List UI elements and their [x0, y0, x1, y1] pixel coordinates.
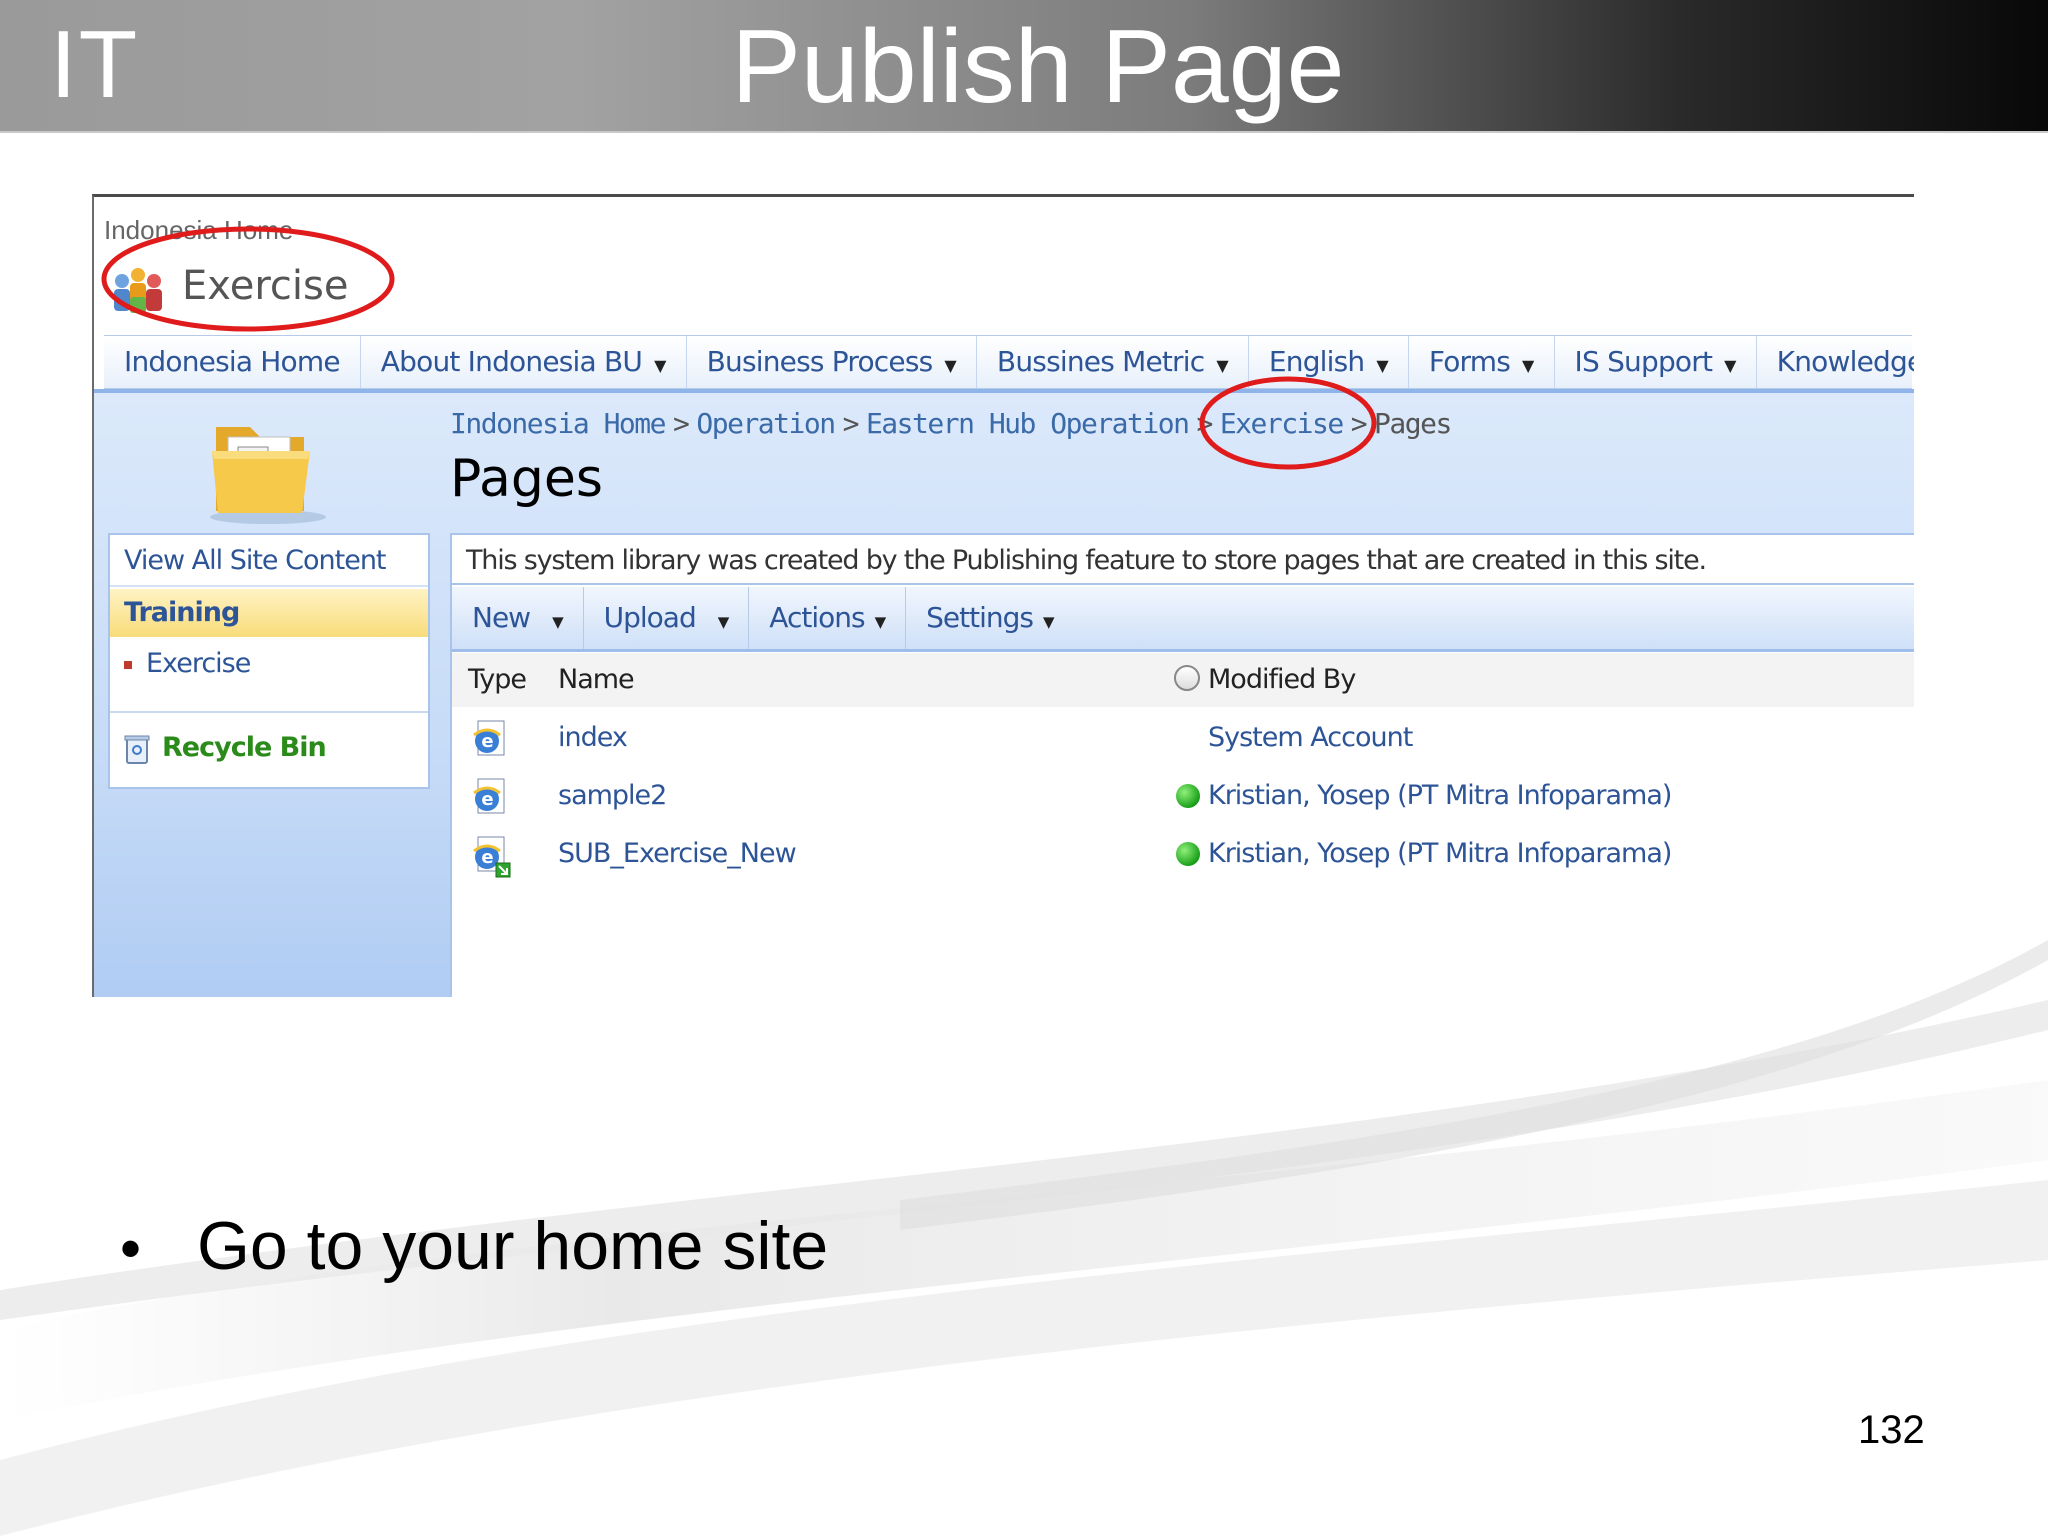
recycle-bin-icon [124, 735, 150, 764]
caret-down-icon: ▼ [1042, 613, 1055, 631]
radio-icon [1174, 665, 1200, 691]
column-header-modified-by[interactable]: Modified By [1208, 653, 1356, 707]
divider [110, 711, 428, 713]
people-group-icon [114, 268, 162, 313]
caret-down-icon: ▼ [944, 356, 956, 375]
nav-tab-is-support[interactable]: IS Support ▼ [1555, 336, 1757, 388]
nav-tab-knowledge-sharing[interactable]: Knowledge Sharing▼ [1757, 336, 1914, 388]
modified-by-link[interactable]: Kristian, Yosep (PT Mitra Infoparama) [1208, 767, 1672, 825]
site-title-row: Exercise [94, 253, 1914, 331]
slide-page-number: 132 [1858, 1408, 1925, 1452]
page-title: Pages [450, 449, 603, 509]
site-top-breadcrumb[interactable]: Indonesia Home [104, 215, 293, 246]
view-all-site-content-link[interactable]: View All Site Content [110, 535, 428, 587]
page-body: Indonesia Home > Operation > Eastern Hub Ope… [94, 389, 1914, 997]
ie-page-icon: e [473, 720, 505, 756]
folder-icon [210, 427, 326, 524]
nav-tab-indonesia-home[interactable]: Indonesia Home [104, 336, 361, 388]
site-title[interactable]: Exercise [182, 263, 348, 309]
breadcrumb: Indonesia Home > Operation > Eastern Hub Ope… [450, 407, 1452, 440]
slide-header: IT Publish Page [0, 0, 2048, 133]
caret-down-icon: ▼ [1724, 356, 1736, 375]
ie-page-icon: e [473, 778, 505, 814]
caret-down-icon: ▼ [717, 613, 730, 631]
recycle-bin-link[interactable]: Recycle Bin [110, 715, 428, 781]
nav-tab-english[interactable]: English ▼ [1249, 336, 1409, 388]
caret-down-icon: ▼ [1522, 356, 1534, 375]
nav-tab-about-indonesia-bu[interactable]: About Indonesia BU ▼ [361, 336, 687, 388]
top-navigation-bar: Indonesia Home About Indonesia BU ▼ Busin… [104, 335, 1914, 389]
caret-down-icon: ▼ [654, 356, 666, 375]
library-content: This system library was created by the P… [450, 533, 1914, 997]
quick-launch-item-exercise[interactable]: Exercise [110, 639, 428, 689]
page-name-link[interactable]: index [558, 709, 628, 767]
column-header-row: Type Name Modified By [452, 653, 1914, 707]
caret-down-icon: ▼ [874, 613, 887, 631]
library-description: This system library was created by the P… [452, 533, 1914, 585]
settings-menu-button[interactable]: Settings ▼ [906, 587, 1073, 649]
svg-text:e: e [481, 847, 493, 868]
presence-online-icon[interactable] [1176, 784, 1200, 808]
library-toolbar: New ▼ Upload ▼ Actions ▼ Settings ▼ [452, 587, 1914, 652]
slide-title: Publish Page [731, 9, 1345, 125]
table-row: e sample2 Kristian, Yosep (PT Mitra Info… [452, 767, 1914, 825]
caret-down-icon: ▼ [552, 613, 564, 631]
svg-text:e: e [481, 731, 493, 752]
svg-text:e: e [481, 789, 493, 810]
page-name-link[interactable]: sample2 [558, 767, 667, 825]
nav-tab-bussines-metric[interactable]: Bussines Metric ▼ [977, 336, 1249, 388]
breadcrumb-item[interactable]: Indonesia Home [450, 407, 667, 440]
nav-tab-business-process[interactable]: Business Process ▼ [687, 336, 977, 388]
nav-tab-forms[interactable]: Forms ▼ [1409, 336, 1555, 388]
slide-bullet: • Go to your home site [120, 1206, 828, 1289]
column-header-type[interactable]: Type [468, 653, 527, 707]
new-menu-button[interactable]: New ▼ [452, 587, 584, 649]
caret-down-icon: ▼ [1216, 356, 1228, 375]
bullet-icon: • [120, 1215, 142, 1282]
column-header-name[interactable]: Name [558, 653, 635, 707]
breadcrumb-current: Pages [1374, 407, 1452, 440]
upload-menu-button[interactable]: Upload ▼ [584, 587, 750, 649]
page-name-link[interactable]: SUB_Exercise_New [558, 825, 797, 883]
breadcrumb-item[interactable]: Eastern Hub Operation [866, 407, 1190, 440]
actions-menu-button[interactable]: Actions ▼ [749, 587, 907, 649]
modified-by-link[interactable]: System Account [1208, 709, 1413, 767]
breadcrumb-item[interactable]: Operation [696, 407, 836, 440]
modified-by-link[interactable]: Kristian, Yosep (PT Mitra Infoparama) [1208, 825, 1672, 883]
table-row: e index System Account [452, 709, 1914, 767]
table-row: e SUB_Exercise_New Kristian, Yosep (PT M… [452, 825, 1914, 883]
presence-online-icon[interactable] [1176, 842, 1200, 866]
quick-launch-section-training[interactable]: Training [110, 589, 428, 637]
bullet-icon [124, 660, 132, 669]
caret-down-icon: ▼ [1376, 356, 1388, 375]
sharepoint-screenshot: Indonesia Home Exercise Indonesia Home A… [92, 194, 1914, 997]
ie-page-checkout-icon: e [473, 836, 511, 878]
breadcrumb-item[interactable]: Exercise [1220, 407, 1344, 440]
quick-launch: View All Site Content Training Exercise … [108, 533, 430, 789]
